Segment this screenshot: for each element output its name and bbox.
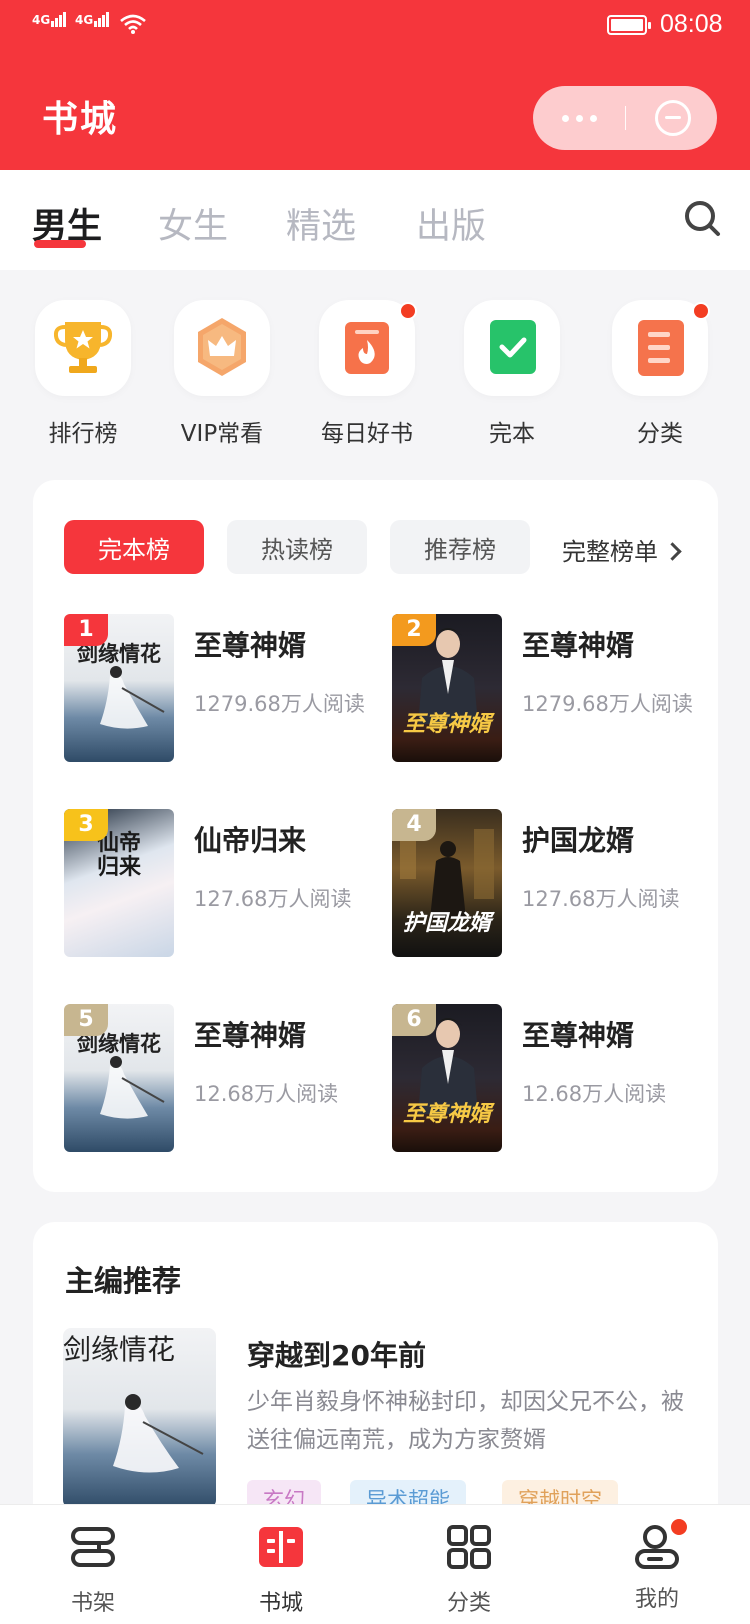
entry-finished[interactable]: 完本 xyxy=(462,300,562,448)
editor-book-cover[interactable]: 剑缘情花 xyxy=(63,1328,216,1508)
full-ranking-link[interactable]: 完整榜单 xyxy=(562,532,682,567)
network-type-label: 4G xyxy=(32,13,51,27)
more-menu-button[interactable] xyxy=(533,86,625,150)
rank-tab-hot[interactable]: 热读榜 xyxy=(227,520,367,574)
rank-tab-finished[interactable]: 完本榜 xyxy=(64,520,204,574)
status-time: 08:08 xyxy=(660,10,723,38)
nav-category[interactable]: 分类 xyxy=(414,1523,524,1617)
nav-bookshelf[interactable]: 书架 xyxy=(38,1523,148,1617)
finished-check-icon xyxy=(490,320,536,374)
cover-figure-icon xyxy=(113,1394,204,1473)
search-icon[interactable] xyxy=(683,199,721,237)
notification-dot xyxy=(669,1517,689,1537)
book-title: 护国龙婿 xyxy=(522,824,635,857)
book-cover: 至尊神婿 6 xyxy=(392,1004,502,1152)
bookstore-icon xyxy=(259,1527,303,1567)
book-cover: 至尊神婿 2 xyxy=(392,614,502,762)
book-title: 至尊神婿 xyxy=(522,629,635,662)
category-grid-icon xyxy=(447,1525,491,1569)
entry-label: 每日好书 xyxy=(321,421,413,447)
page-title: 书城 xyxy=(42,99,119,140)
cover-title: 至尊神婿 xyxy=(402,1102,491,1127)
rank-badge: 5 xyxy=(64,1004,108,1036)
entry-vip[interactable]: VIP常看 xyxy=(172,300,272,448)
book-read-count: 1279.68万人阅读 xyxy=(194,692,365,716)
tab-featured[interactable]: 精选 xyxy=(286,198,356,249)
trophy-icon xyxy=(53,322,113,373)
nav-label: 书架 xyxy=(70,1591,115,1616)
nav-profile[interactable]: 我的 xyxy=(602,1517,712,1613)
book-cover: 护国龙婿 4 xyxy=(392,809,502,957)
mini-program-capsule xyxy=(533,86,717,150)
wifi-icon xyxy=(120,14,146,34)
entry-label: 完本 xyxy=(489,421,535,447)
section-title: 主编推荐 xyxy=(65,1264,182,1298)
book-cover: 剑缘情花 5 xyxy=(64,1004,174,1152)
rank-tab-recommended[interactable]: 推荐榜 xyxy=(390,520,530,574)
notification-dot xyxy=(692,302,710,320)
chevron-right-icon xyxy=(663,542,682,561)
tab-publishing[interactable]: 出版 xyxy=(416,198,486,249)
ranking-book-item[interactable]: 至尊神婿 2 至尊神婿 1279.68万人阅读 xyxy=(392,614,693,764)
entry-category[interactable]: 分类 xyxy=(610,300,710,448)
book-cover: 仙帝归来 3 xyxy=(64,809,174,957)
book-title: 至尊神婿 xyxy=(194,629,307,662)
ranking-book-item[interactable]: 护国龙婿 4 护国龙婿 127.68万人阅读 xyxy=(392,809,692,959)
rank-badge: 4 xyxy=(392,809,436,841)
bookshelf-icon xyxy=(71,1527,115,1567)
book-read-count: 127.68万人阅读 xyxy=(194,887,352,911)
full-ranking-label: 完整榜单 xyxy=(562,538,658,566)
vip-crown-icon xyxy=(198,318,246,376)
rank-badge: 6 xyxy=(392,1004,436,1036)
signal-strength-2-icon: 4G xyxy=(75,12,110,27)
tab-female[interactable]: 女生 xyxy=(158,198,228,249)
book-read-count: 1279.68万人阅读 xyxy=(522,692,693,716)
editor-book-title[interactable]: 穿越到20年前 xyxy=(247,1334,426,1374)
book-title: 至尊神婿 xyxy=(522,1019,635,1052)
entry-label: 排行榜 xyxy=(48,421,118,447)
rank-badge: 3 xyxy=(64,809,108,841)
battery-icon xyxy=(607,15,651,35)
ranking-book-item[interactable]: 剑缘情花 1 至尊神婿 1279.68万人阅读 xyxy=(64,614,365,764)
close-mini-program-button[interactable] xyxy=(655,100,691,136)
ranking-book-item[interactable]: 至尊神婿 6 至尊神婿 12.68万人阅读 xyxy=(392,1004,692,1154)
entry-ranking[interactable]: 排行榜 xyxy=(33,300,133,448)
book-read-count: 127.68万人阅读 xyxy=(522,887,680,911)
signal-strength-1-icon: 4G xyxy=(32,12,67,27)
network-type-label: 4G xyxy=(75,13,94,27)
cover-title: 护国龙婿 xyxy=(402,911,491,936)
book-title: 仙帝归来 xyxy=(194,824,307,857)
active-tab-indicator xyxy=(34,240,86,248)
editor-book-description: 少年肖毅身怀神秘封印，却因父兄不公，被送往偏远南荒，成为方家赘婿 xyxy=(247,1389,684,1453)
nav-label: 分类 xyxy=(446,1591,491,1616)
entry-label: 分类 xyxy=(637,421,683,447)
book-read-count: 12.68万人阅读 xyxy=(194,1082,339,1106)
rank-badge: 2 xyxy=(392,614,436,646)
ranking-book-item[interactable]: 剑缘情花 5 至尊神婿 12.68万人阅读 xyxy=(64,1004,364,1154)
nav-label: 我的 xyxy=(634,1587,679,1612)
nav-label: 书城 xyxy=(258,1591,303,1616)
category-tabs: 男生 女生 精选 出版 xyxy=(0,170,750,270)
bottom-navigation: 书架 书城 分类 我的 xyxy=(0,1504,750,1624)
book-read-count: 12.68万人阅读 xyxy=(522,1082,667,1106)
nav-bookstore[interactable]: 书城 xyxy=(226,1523,336,1617)
entry-daily-book[interactable]: 每日好书 xyxy=(317,300,417,448)
book-title: 至尊神婿 xyxy=(194,1019,307,1052)
ranking-book-item[interactable]: 仙帝归来 3 仙帝归来 127.68万人阅读 xyxy=(64,809,364,959)
status-bar: 4G 4G 08:08 xyxy=(0,10,750,50)
rank-badge: 1 xyxy=(64,614,108,646)
notification-dot xyxy=(399,302,417,320)
cover-title: 至尊神婿 xyxy=(402,712,491,737)
book-cover: 剑缘情花 1 xyxy=(64,614,174,762)
entry-label: VIP常看 xyxy=(180,421,264,447)
app-header: 4G 4G 08:08 书城 xyxy=(0,0,750,170)
